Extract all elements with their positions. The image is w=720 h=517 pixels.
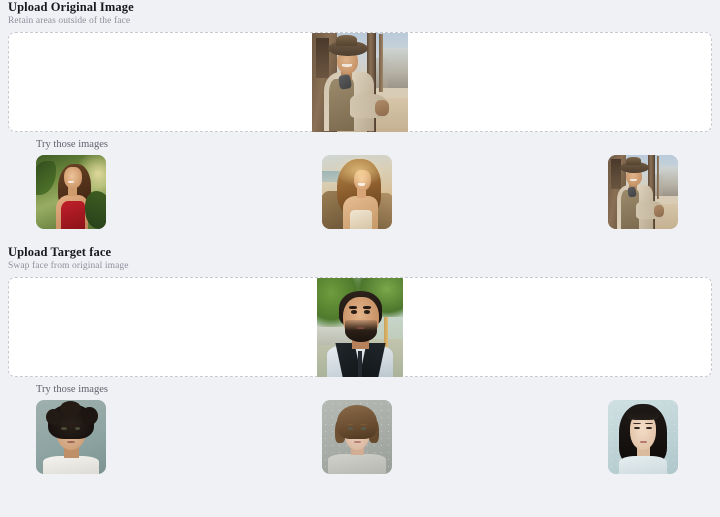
- section-header-target: Upload Target face Swap face from origin…: [0, 245, 720, 272]
- page-title-original: Upload Original Image: [8, 0, 134, 14]
- thumbnail-row-original: [0, 155, 720, 231]
- preview-target-face[interactable]: [317, 277, 403, 377]
- image-curly-hair-man: [36, 400, 106, 474]
- try-those-images-label-target: Try those images: [36, 384, 108, 395]
- image-cowboy-western-thumb: [608, 155, 678, 229]
- thumbnail-row-target: [0, 400, 720, 476]
- section-header-original: Upload Original Image Retain areas outsi…: [0, 0, 720, 27]
- thumbnail-original-3[interactable]: [608, 155, 678, 229]
- try-those-images-label-original: Try those images: [36, 139, 108, 150]
- image-woman-red-jungle: [36, 155, 106, 229]
- image-bearded-man-outdoors: [317, 277, 403, 377]
- section-upload-original-image: Upload Original Image Retain areas outsi…: [0, 0, 720, 231]
- thumbnail-target-3[interactable]: [608, 400, 678, 474]
- thumbnail-original-2[interactable]: [322, 155, 392, 229]
- page-subtitle-original: Retain areas outside of the face: [8, 16, 131, 26]
- dropzone-original-image[interactable]: [8, 32, 712, 132]
- image-woman-beach-sunset: [322, 155, 392, 229]
- section-upload-target-face: Upload Target face Swap face from origin…: [0, 245, 720, 476]
- preview-original-image[interactable]: [312, 32, 408, 132]
- thumbnail-original-1[interactable]: [36, 155, 106, 229]
- page-subtitle-target: Swap face from original image: [8, 261, 129, 271]
- thumbnail-target-2[interactable]: [322, 400, 392, 474]
- page-title-target: Upload Target face: [8, 245, 112, 259]
- dropzone-target-face[interactable]: [8, 277, 712, 377]
- image-asian-woman-portrait: [608, 400, 678, 474]
- thumbnail-target-1[interactable]: [36, 400, 106, 474]
- image-cowboy-western: [312, 32, 408, 132]
- image-young-woman-grey-sweater: [322, 400, 392, 474]
